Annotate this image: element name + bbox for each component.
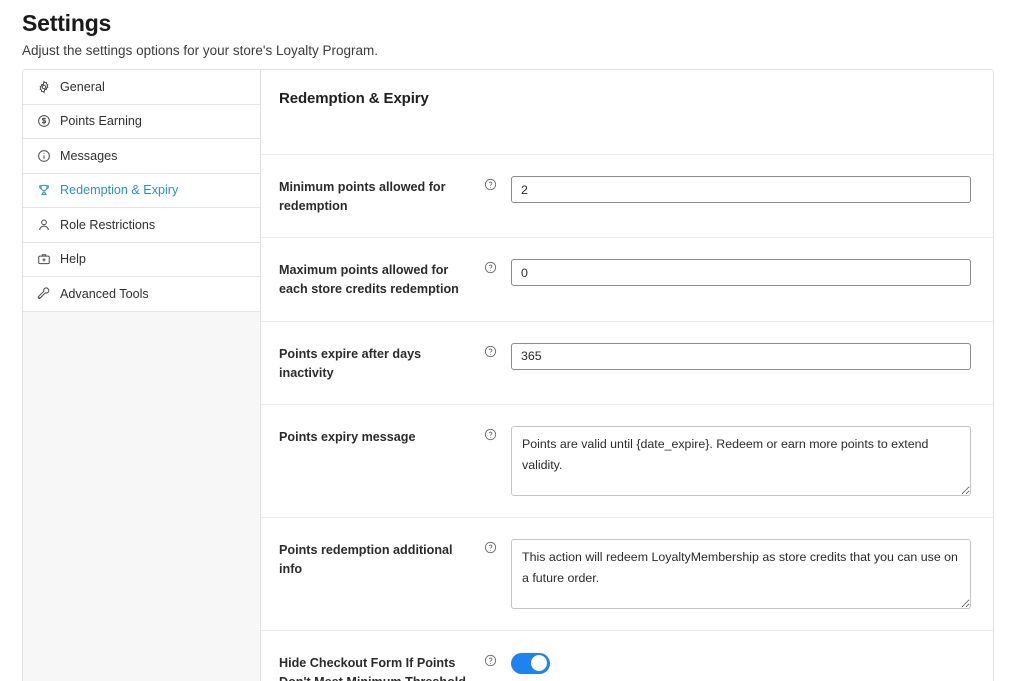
field-row: Hide Checkout Form If Points Don't Meet … — [261, 629, 993, 681]
question-circle-icon[interactable] — [481, 652, 499, 667]
page-title: Settings — [22, 10, 112, 36]
gear-icon — [37, 80, 51, 94]
settings-card: General Points Earning Messages Redempti… — [22, 69, 994, 681]
field-control: This action will redeem LoyaltyMembershi… — [499, 538, 993, 609]
maximum-points-input[interactable] — [511, 259, 971, 287]
field-label-points-redemption-info: Points redemption additional info — [279, 542, 453, 576]
page-header: Settings Adjust the settings options for… — [0, 0, 1024, 60]
field-row: Maximum points allowed for each store cr… — [261, 237, 993, 320]
page-subtitle: Adjust the settings options for your sto… — [22, 42, 378, 58]
toggle-knob — [531, 655, 547, 672]
sidebar-item-role-restrictions[interactable]: Role Restrictions — [23, 208, 260, 243]
points-expiry-message-textarea[interactable]: Points are valid until {date_expire}. Re… — [511, 425, 971, 496]
sidebar-item-general[interactable]: General — [23, 70, 260, 105]
sidebar-item-help[interactable]: Help — [23, 242, 260, 277]
sidebar-item-label: Redemption & Expiry — [60, 183, 179, 198]
field-label-hide-checkout-form: Hide Checkout Form If Points Don't Meet … — [279, 655, 466, 681]
field-row: Minimum points allowed for redemption — [261, 154, 993, 237]
field-row: Points expire after days inactivity — [261, 320, 993, 404]
hide-checkout-form-toggle[interactable] — [511, 652, 550, 674]
field-control — [499, 176, 993, 203]
sidebar-item-advanced-tools[interactable]: Advanced Tools — [23, 277, 260, 312]
sidebar-item-label: Help — [60, 252, 86, 267]
wrench-icon — [37, 287, 51, 301]
section-title-spacer — [261, 107, 993, 154]
sidebar-item-label: General — [60, 79, 105, 94]
sidebar-item-messages[interactable]: Messages — [23, 139, 260, 174]
field-label-minimum-points: Minimum points allowed for redemption — [279, 180, 446, 214]
field-control — [499, 342, 993, 370]
field-label-points-expire-days: Points expire after days inactivity — [279, 346, 422, 380]
section-title: Redemption & Expiry — [279, 90, 429, 107]
question-circle-icon[interactable] — [481, 176, 499, 191]
sidebar-item-label: Messages — [60, 148, 118, 163]
field-control — [499, 652, 993, 679]
sidebar-item-points-earning[interactable]: Points Earning — [23, 104, 260, 139]
first-aid-kit-icon — [37, 252, 51, 266]
dollar-circle-icon — [37, 114, 51, 128]
question-circle-icon[interactable] — [481, 343, 499, 358]
minimum-points-input[interactable] — [511, 176, 971, 203]
settings-sidebar: General Points Earning Messages Redempti… — [23, 70, 261, 681]
question-circle-icon[interactable] — [481, 426, 499, 441]
field-row: Points expiry message Points are valid u… — [261, 403, 993, 517]
settings-main-panel: Redemption & Expiry Minimum points allow… — [261, 70, 993, 681]
question-circle-icon[interactable] — [481, 259, 499, 274]
info-circle-icon — [37, 149, 51, 163]
sidebar-item-label: Advanced Tools — [60, 286, 149, 301]
sidebar-item-label: Points Earning — [60, 114, 142, 129]
field-control — [499, 259, 993, 287]
sidebar-item-redemption-expiry[interactable]: Redemption & Expiry — [23, 173, 260, 208]
field-row: Points redemption additional info This a… — [261, 516, 993, 630]
question-circle-icon[interactable] — [481, 539, 499, 554]
trophy-icon — [37, 183, 51, 197]
field-label-points-expiry-message: Points expiry message — [279, 429, 416, 444]
field-control: Points are valid until {date_expire}. Re… — [499, 425, 993, 496]
person-icon — [37, 218, 51, 232]
points-redemption-info-textarea[interactable]: This action will redeem LoyaltyMembershi… — [511, 538, 971, 609]
sidebar-filler — [23, 311, 260, 681]
sidebar-item-label: Role Restrictions — [60, 217, 156, 232]
field-label-maximum-points: Maximum points allowed for each store cr… — [279, 263, 459, 297]
settings-page: Settings Adjust the settings options for… — [0, 0, 1024, 681]
points-expire-days-input[interactable] — [511, 342, 971, 370]
